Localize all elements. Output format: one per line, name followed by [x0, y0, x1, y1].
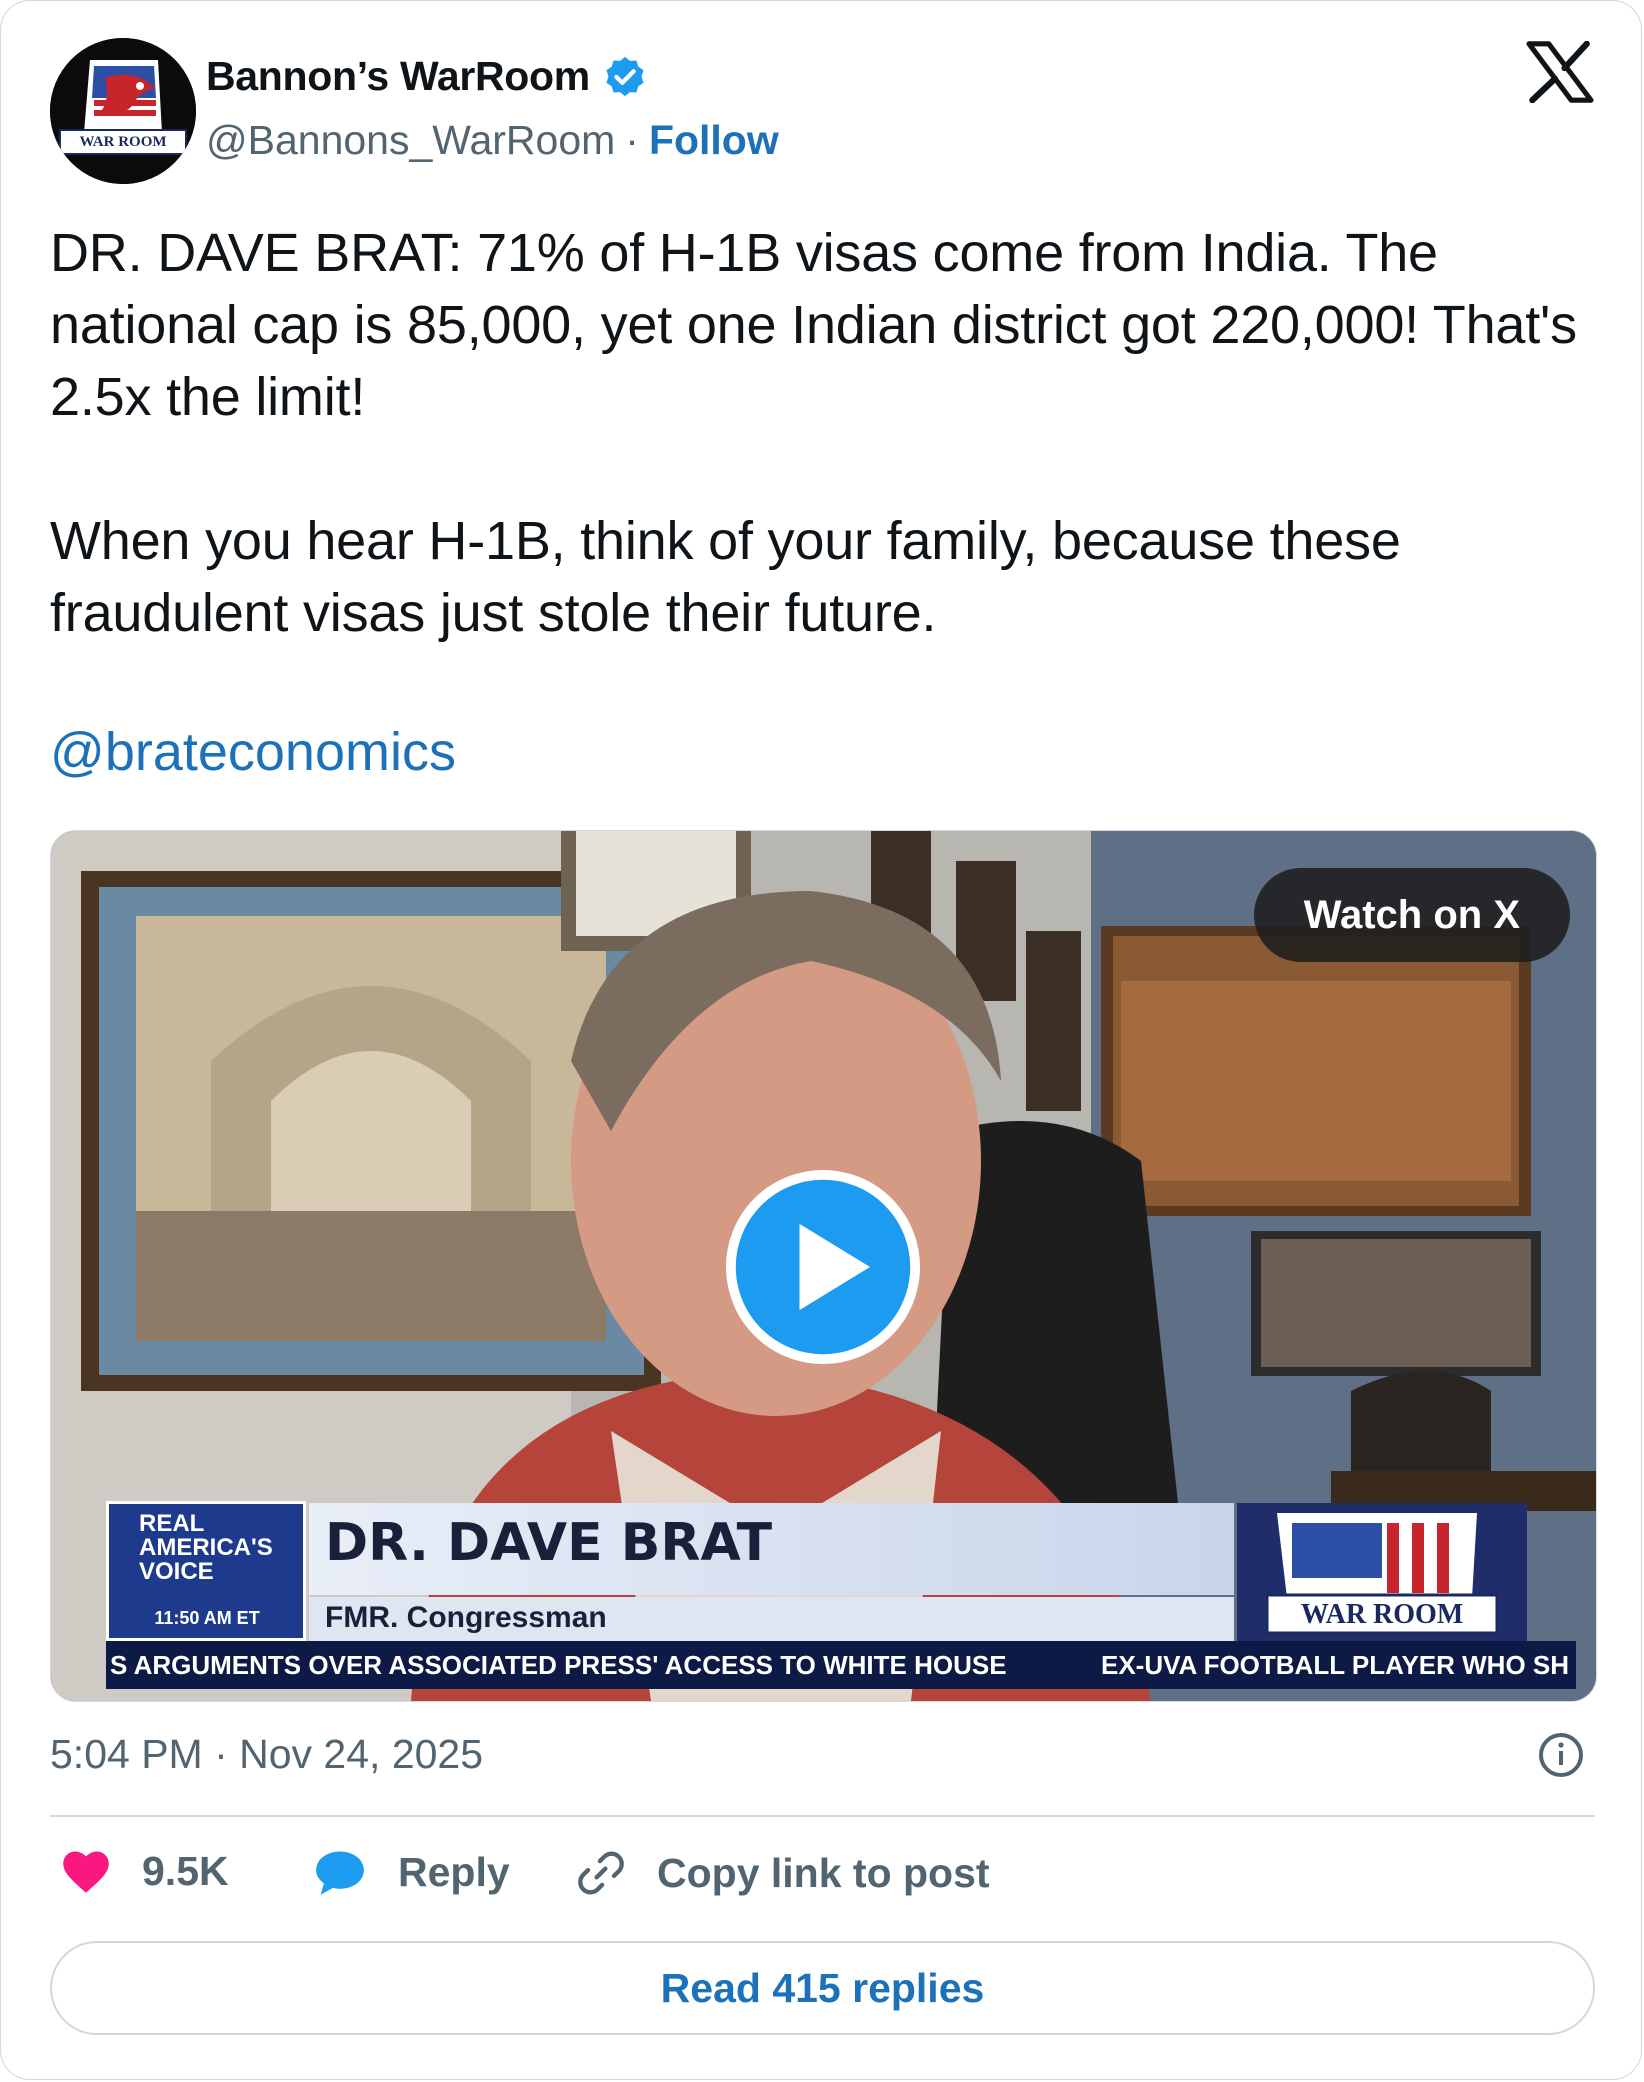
guest-name: DR. DAVE BRAT: [325, 1513, 773, 1573]
guest-title-bar: FMR. Congressman: [309, 1597, 1234, 1641]
verified-badge-icon: [606, 56, 644, 96]
read-replies-button[interactable]: Read 415 replies: [50, 1941, 1595, 2035]
author-handle-row: @Bannons_WarRoom · Follow: [206, 117, 779, 164]
like-count: 9.5K: [142, 1847, 229, 1894]
warroom-show-logo: WAR ROOM: [1237, 1503, 1527, 1641]
mention-link[interactable]: @brateconomics: [50, 721, 456, 783]
tweet-card: WAR ROOM Bannon’s WarRoom @Bannons_WarRo…: [0, 0, 1642, 2080]
like-button[interactable]: 9.5K: [60, 1847, 229, 1895]
guest-name-bar: DR. DAVE BRAT: [309, 1503, 1234, 1595]
reply-bubble-icon: [316, 1851, 364, 1895]
network-logo: REAL AMERICA'S VOICE 11:50 AM ET: [106, 1501, 306, 1641]
play-icon[interactable]: [725, 1169, 921, 1365]
author-handle[interactable]: @Bannons_WarRoom: [206, 117, 615, 164]
author-name-row: Bannon’s WarRoom: [206, 53, 648, 100]
copy-link-label: Copy link to post: [657, 1849, 990, 1896]
warroom-logo-text: WAR ROOM: [1300, 1599, 1464, 1630]
reply-label: Reply: [398, 1848, 510, 1895]
network-time: 11:50 AM ET: [154, 1608, 260, 1628]
avatar-label: WAR ROOM: [79, 134, 167, 150]
copy-link-button[interactable]: Copy link to post: [575, 1847, 990, 1899]
video-player[interactable]: Watch on X REAL AMERICA'S VOICE 11:50 AM…: [50, 830, 1597, 1702]
author-name[interactable]: Bannon’s WarRoom: [206, 53, 590, 100]
info-icon[interactable]: [1537, 1731, 1585, 1779]
action-bar: 9.5K Reply Copy link to post: [50, 1847, 1595, 1907]
x-logo-icon[interactable]: [1526, 41, 1594, 103]
divider: [50, 1815, 1595, 1817]
follow-button[interactable]: Follow: [649, 117, 779, 164]
reply-button[interactable]: Reply: [312, 1847, 510, 1897]
news-ticker: S ARGUMENTS OVER ASSOCIATED PRESS' ACCES…: [106, 1641, 1576, 1689]
tweet-text: DR. DAVE BRAT: 71% of H-1B visas come fr…: [50, 223, 1577, 643]
ticker-item-1: S ARGUMENTS OVER ASSOCIATED PRESS' ACCES…: [110, 1650, 1007, 1680]
link-icon: [578, 1851, 624, 1895]
network-logo-line3: VOICE: [139, 1558, 214, 1585]
heart-icon: [63, 1851, 109, 1893]
avatar[interactable]: WAR ROOM: [50, 38, 196, 184]
handle-separator: ·: [625, 117, 639, 163]
ticker-item-2: EX-UVA FOOTBALL PLAYER WHO SH: [1101, 1650, 1570, 1680]
post-timestamp[interactable]: 5:04 PM · Nov 24, 2025: [50, 1731, 483, 1778]
guest-title: FMR. Congressman: [325, 1601, 607, 1634]
watch-on-x-button[interactable]: Watch on X: [1253, 868, 1570, 962]
